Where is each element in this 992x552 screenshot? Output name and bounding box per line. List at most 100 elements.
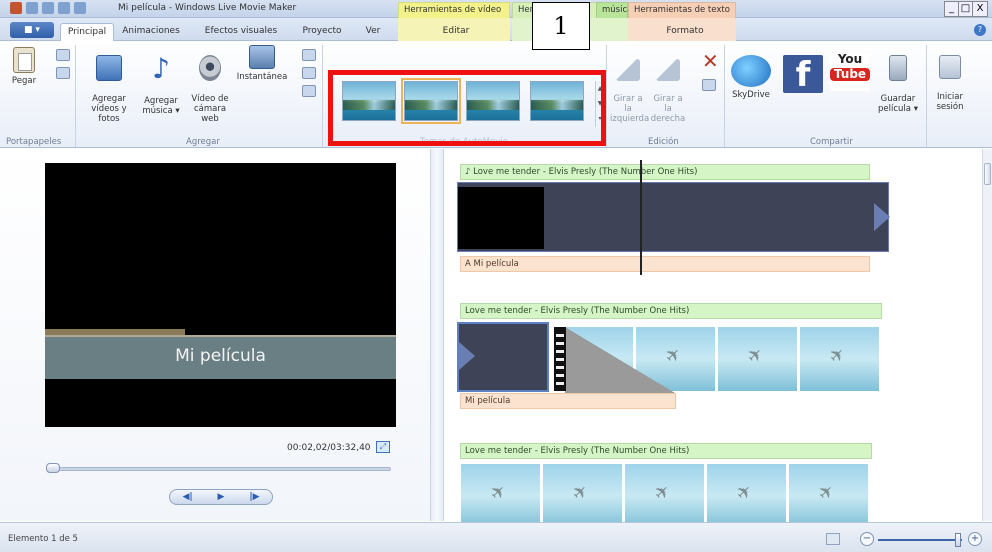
caption-text-icon[interactable]: [302, 67, 316, 79]
music-track-1[interactable]: ♪ Love me tender - Elvis Presly (The Num…: [460, 164, 870, 180]
next-frame-button[interactable]: |▶: [249, 492, 259, 502]
tab-efectos-visuales[interactable]: Efectos visuales: [200, 23, 282, 41]
maximize-button[interactable]: □: [959, 2, 973, 16]
title-text-icon[interactable]: [302, 49, 316, 61]
tab-ver[interactable]: Ver: [360, 23, 386, 41]
playhead-indicator[interactable]: [640, 160, 642, 275]
tab-principal[interactable]: Principal: [60, 23, 114, 41]
credits-text-icon[interactable]: [302, 85, 316, 97]
rotate-left-button[interactable]: Girar a la izquierda: [610, 49, 650, 134]
youtube-tube-text: Tube: [830, 68, 870, 81]
save-quick-icon[interactable]: [26, 2, 38, 14]
minimize-button[interactable]: _: [945, 2, 959, 16]
rotate-left-label: Girar a la izquierda: [610, 94, 650, 124]
save-movie-button[interactable]: Guardar película ▾: [874, 45, 922, 124]
thumbnail-frame: [788, 464, 868, 522]
caption-track-1[interactable]: A Mi película: [460, 256, 870, 272]
playback-controls: ◀| ▶ |▶: [169, 489, 273, 505]
video-clip-2[interactable]: [457, 322, 549, 392]
select-all-icon[interactable]: [702, 79, 716, 91]
quick-access-toolbar[interactable]: [10, 2, 86, 14]
group-separator: [322, 45, 323, 147]
youtube-button[interactable]: You Tube: [828, 53, 872, 94]
save-movie-label: Guardar película ▾: [878, 94, 918, 114]
thumbnail-frame: [542, 464, 622, 522]
playback-time: 00:02,02/03:32,40: [287, 443, 371, 453]
add-videos-photos-button[interactable]: Agregar vídeos y fotos: [80, 45, 138, 134]
skydrive-icon: [731, 55, 771, 87]
zoom-in-button[interactable]: +: [968, 532, 982, 546]
help-icon[interactable]: ?: [974, 24, 986, 36]
group-separator: [606, 45, 607, 147]
tab-formato[interactable]: Formato: [660, 23, 710, 41]
snapshot-button[interactable]: Instantánea: [236, 45, 288, 82]
thumbnail-frame: [706, 464, 786, 522]
youtube-icon: You Tube: [830, 53, 870, 91]
skydrive-button[interactable]: SkyDrive: [728, 55, 774, 100]
film-photo-icon: [96, 55, 122, 81]
video-preview-screen[interactable]: Mi película: [45, 163, 396, 427]
copy-icon[interactable]: [56, 67, 70, 79]
title-overlay-text: Mi película: [175, 346, 266, 366]
scrollbar-thumb[interactable]: [984, 163, 991, 185]
group-separator: [724, 45, 725, 147]
snapshot-label: Instantánea: [236, 72, 288, 82]
music-track-2[interactable]: Love me tender - Elvis Presly (The Numbe…: [460, 303, 882, 319]
seek-thumb[interactable]: [46, 463, 60, 473]
undo-quick-icon[interactable]: [42, 2, 54, 14]
video-clip-1[interactable]: [457, 182, 890, 252]
caption-track-2[interactable]: Mi película: [460, 393, 676, 409]
group-label-editing: Edición: [648, 137, 679, 147]
status-text: Elemento 1 de 5: [8, 534, 78, 544]
tab-proyecto[interactable]: Proyecto: [298, 23, 346, 41]
sign-in-button[interactable]: Iniciar sesión: [930, 45, 970, 122]
play-button[interactable]: ▶: [218, 492, 225, 502]
add-videos-photos-label: Agregar vídeos y fotos: [91, 94, 127, 124]
thumbnail-frame: [717, 327, 797, 391]
close-button[interactable]: X: [973, 2, 987, 16]
clip-3-thumbnail-strip[interactable]: [460, 464, 880, 522]
facebook-button[interactable]: f: [782, 55, 824, 96]
context-tab-music-prefix: Her: [518, 5, 534, 15]
sign-in-icon: [939, 55, 961, 79]
zoom-slider-track[interactable]: [878, 539, 962, 541]
facebook-icon: f: [783, 55, 823, 95]
title-bar: Mi película - Windows Live Movie Maker H…: [0, 0, 992, 18]
group-separator: [75, 45, 76, 147]
music-track-3[interactable]: Love me tender - Elvis Presly (The Numbe…: [460, 443, 872, 459]
webcam-video-label: Vídeo de cámara web: [191, 94, 229, 124]
redo-quick-icon[interactable]: [58, 2, 70, 14]
preview-pane: Mi película 00:02,02/03:32,40 ⤢ ◀| ▶ |▶: [0, 149, 430, 521]
group-label-share: Compartir: [810, 137, 853, 147]
rotate-left-icon: [616, 59, 640, 81]
seek-bar[interactable]: [46, 467, 391, 471]
storyboard-scrollbar[interactable]: [982, 149, 992, 521]
add-music-button[interactable]: ♪ Agregar música ▾: [140, 45, 182, 126]
app-menu-icon[interactable]: [10, 2, 22, 14]
file-menu-button[interactable]: ■ ▾: [10, 22, 54, 38]
pane-splitter[interactable]: [430, 149, 444, 521]
group-label-clipboard: Portapapeles: [6, 137, 62, 147]
storyboard-view-icon[interactable]: [826, 533, 840, 545]
customize-quick-icon[interactable]: [74, 2, 86, 14]
music-note-icon: ♪: [152, 52, 170, 85]
paste-button[interactable]: Pegar: [8, 47, 40, 86]
previous-frame-button[interactable]: ◀|: [182, 492, 192, 502]
zoom-out-button[interactable]: −: [860, 532, 874, 546]
fullscreen-icon[interactable]: ⤢: [376, 441, 390, 453]
youtube-you-text: You: [837, 52, 863, 66]
cut-icon[interactable]: [56, 49, 70, 61]
window-title: Mi película - Windows Live Movie Maker: [118, 3, 297, 13]
rotate-right-button[interactable]: Girar a la derecha: [650, 49, 686, 134]
remove-icon[interactable]: ✕: [702, 51, 719, 71]
paste-icon: [13, 47, 35, 73]
group-label-add: Agregar: [186, 137, 220, 147]
context-tab-video-tools: Herramientas de vídeo: [398, 2, 510, 18]
tab-animaciones[interactable]: Animaciones: [120, 23, 182, 41]
webcam-video-button[interactable]: Vídeo de cámara web: [186, 45, 234, 134]
tab-editar[interactable]: Editar: [430, 23, 482, 41]
highlight-annotation-box: [328, 70, 606, 146]
zoom-slider-thumb[interactable]: [955, 533, 961, 547]
callout-number-annotation: 1: [532, 2, 590, 50]
ribbon-tabs: ■ ▾ Principal Animaciones Efectos visual…: [0, 18, 992, 41]
